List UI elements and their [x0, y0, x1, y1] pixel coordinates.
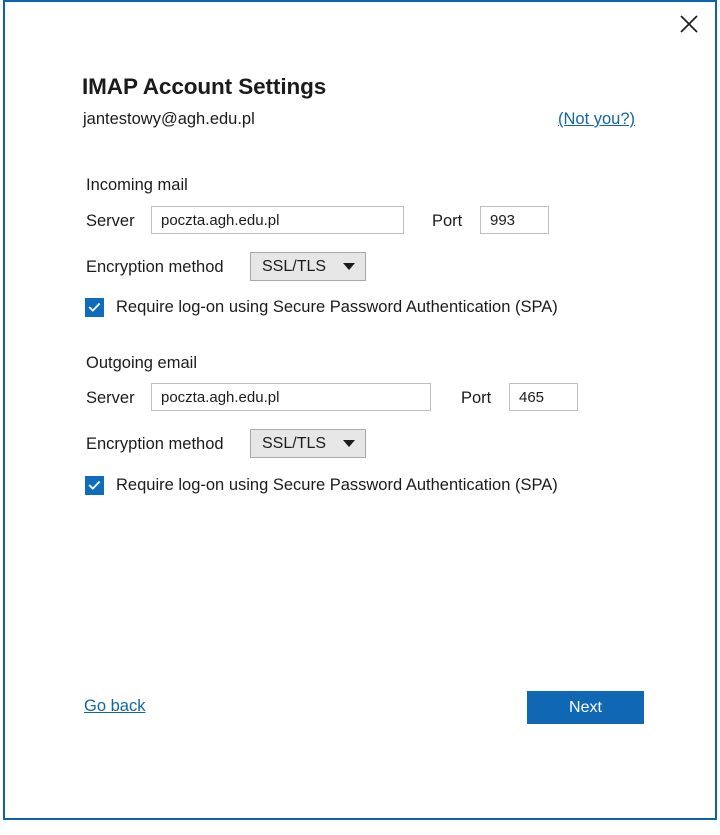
outgoing-port-label: Port: [461, 389, 492, 407]
dialog-content: IMAP Account Settings jantestowy@agh.edu…: [5, 2, 715, 818]
outgoing-encryption-select[interactable]: SSL/TLS: [250, 429, 366, 458]
page-title: IMAP Account Settings: [82, 74, 327, 99]
outgoing-spa-checkbox[interactable]: [85, 476, 104, 495]
outgoing-server-label: Server: [86, 389, 135, 407]
incoming-spa-checkbox[interactable]: [85, 298, 104, 317]
outgoing-encryption-value: SSL/TLS: [262, 434, 327, 452]
outgoing-server-input[interactable]: [151, 383, 431, 411]
incoming-encryption-select[interactable]: SSL/TLS: [250, 252, 366, 281]
outgoing-spa-checkbox-row[interactable]: Require log-on using Secure Password Aut…: [85, 476, 558, 495]
chevron-down-icon: [343, 440, 355, 447]
outgoing-email-heading: Outgoing email: [86, 354, 197, 372]
incoming-encryption-label: Encryption method: [86, 258, 224, 276]
go-back-link[interactable]: Go back: [84, 697, 145, 716]
outgoing-encryption-label: Encryption method: [86, 435, 224, 453]
chevron-down-icon: [343, 263, 355, 270]
incoming-server-input[interactable]: [151, 206, 404, 234]
check-icon: [88, 479, 101, 492]
incoming-port-input[interactable]: [480, 206, 549, 234]
outgoing-port-input[interactable]: [509, 383, 578, 411]
next-button[interactable]: Next: [527, 691, 644, 724]
check-icon: [88, 301, 101, 314]
incoming-spa-checkbox-row[interactable]: Require log-on using Secure Password Aut…: [85, 298, 558, 317]
incoming-mail-heading: Incoming mail: [86, 176, 188, 194]
incoming-server-label: Server: [86, 212, 135, 230]
incoming-spa-label: Require log-on using Secure Password Aut…: [116, 298, 558, 316]
account-email: jantestowy@agh.edu.pl: [83, 110, 255, 128]
outgoing-spa-label: Require log-on using Secure Password Aut…: [116, 476, 558, 494]
incoming-encryption-value: SSL/TLS: [262, 257, 327, 275]
imap-account-settings-dialog: IMAP Account Settings jantestowy@agh.edu…: [3, 0, 717, 820]
not-you-link[interactable]: (Not you?): [558, 110, 635, 129]
incoming-port-label: Port: [432, 212, 463, 230]
